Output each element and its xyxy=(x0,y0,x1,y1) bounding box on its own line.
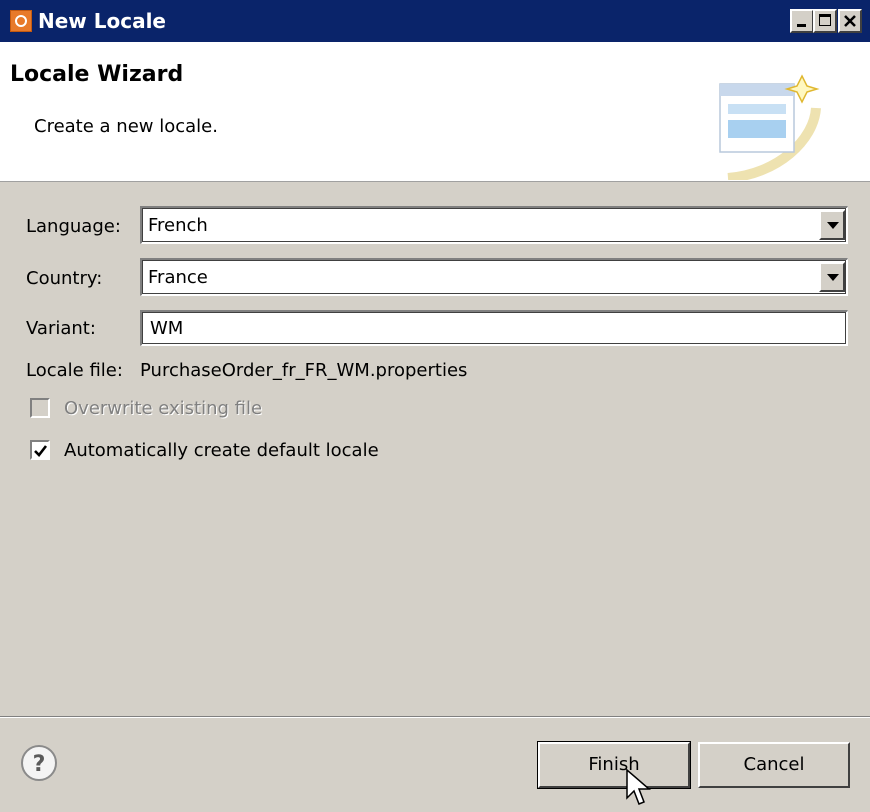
overwrite-checkbox[interactable] xyxy=(30,398,50,418)
country-dropdown-arrow-icon[interactable] xyxy=(819,262,845,292)
title-bar[interactable]: New Locale xyxy=(0,0,870,42)
wizard-header: Locale Wizard Create a new locale. xyxy=(0,42,870,182)
svg-text:?: ? xyxy=(33,752,46,777)
checkmark-icon xyxy=(34,445,48,457)
window-title: New Locale xyxy=(38,9,166,33)
wizard-banner-icon xyxy=(719,74,821,180)
close-icon xyxy=(844,15,856,27)
locale-file-value: PurchaseOrder_fr_FR_WM.properties xyxy=(140,360,468,381)
auto-default-checkbox[interactable] xyxy=(30,440,50,460)
maximize-button[interactable] xyxy=(813,9,837,33)
mouse-cursor-icon xyxy=(626,768,651,805)
country-value: France xyxy=(148,267,208,288)
language-value: French xyxy=(148,215,208,236)
new-locale-dialog: New Locale Locale Wizard Create a new lo… xyxy=(0,0,870,812)
variant-field[interactable]: WM xyxy=(140,310,848,346)
overwrite-label: Overwrite existing file xyxy=(64,398,263,419)
minimize-button[interactable] xyxy=(790,9,814,33)
finish-button[interactable]: Finish xyxy=(537,741,691,789)
app-icon xyxy=(10,10,32,32)
country-label: Country: xyxy=(26,268,103,289)
country-select[interactable]: France xyxy=(140,258,848,296)
variant-label: Variant: xyxy=(26,318,96,339)
wizard-title: Locale Wizard xyxy=(10,62,184,87)
wizard-description: Create a new locale. xyxy=(34,116,218,137)
language-select[interactable]: French xyxy=(140,206,848,244)
close-button[interactable] xyxy=(838,9,862,33)
language-label: Language: xyxy=(26,216,121,237)
cancel-button[interactable]: Cancel xyxy=(698,742,850,788)
auto-default-label: Automatically create default locale xyxy=(64,440,379,461)
variant-value: WM xyxy=(150,318,184,339)
help-icon[interactable]: ? xyxy=(20,744,58,782)
footer-separator xyxy=(0,716,870,718)
language-dropdown-arrow-icon[interactable] xyxy=(819,210,845,240)
locale-file-label: Locale file: xyxy=(26,360,123,381)
